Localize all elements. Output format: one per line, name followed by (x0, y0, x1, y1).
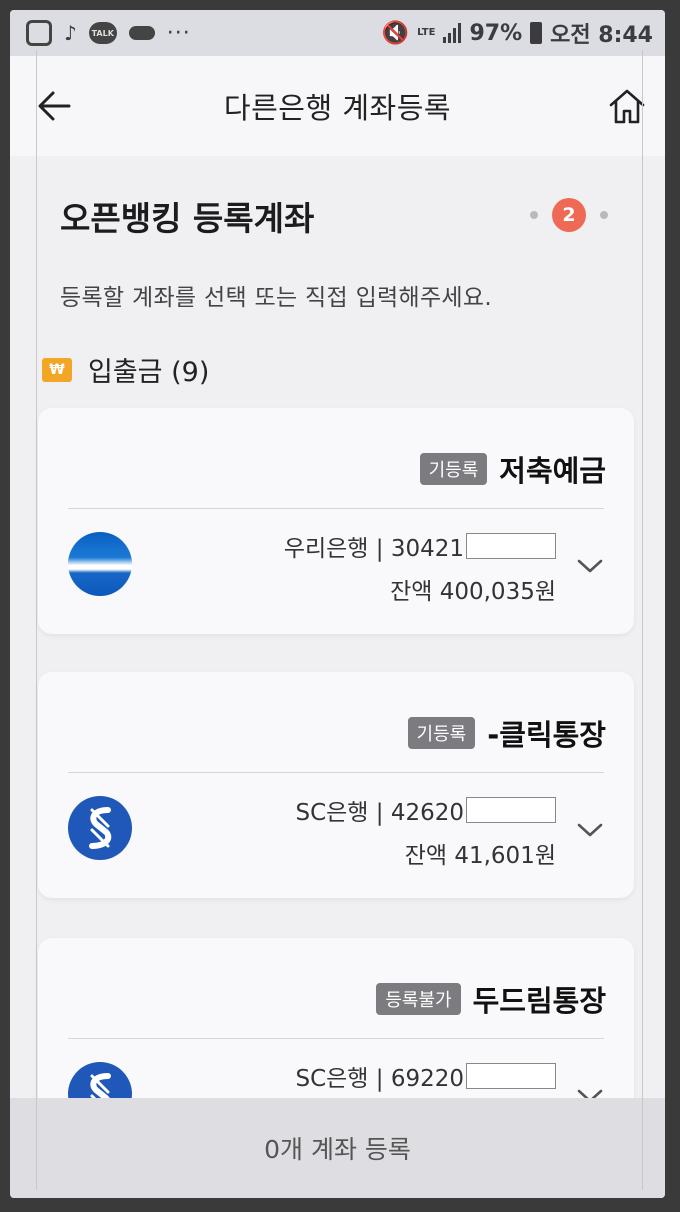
divider (68, 1038, 604, 1039)
chevron-down-icon[interactable] (576, 556, 604, 576)
app-header: 다른은행 계좌등록 (10, 56, 665, 156)
cloud-icon (128, 26, 155, 40)
card-header: 기등록 저축예금 (419, 448, 606, 490)
screen-protector-edge (642, 50, 643, 1190)
kakaotalk-icon: TALK (88, 22, 117, 44)
account-number-line: SC은행 | 42620 (295, 794, 556, 826)
account-name: 저축예금 (499, 454, 606, 488)
account-card[interactable]: 기등록 저축예금 우리은행 | 30421 잔액 400,035원 (38, 408, 634, 634)
step-dot-3 (600, 211, 608, 219)
account-info: 우리은행 | 30421 잔액 400,035원 (284, 530, 556, 606)
status-badge: 기등록 (419, 453, 488, 485)
account-name: 두드림통장 (472, 984, 606, 1018)
battery-icon (530, 22, 543, 44)
won-icon: ₩ (42, 357, 72, 382)
battery-percent: 97% (469, 20, 523, 46)
account-number-line: SC은행 | 69220 (295, 1060, 556, 1092)
step-dot-1 (530, 211, 538, 219)
status-left: ♪ TALK ··· (26, 20, 191, 46)
divider (68, 508, 604, 509)
balance: 잔액 41,601원 (404, 843, 556, 869)
status-badge: 기등록 (407, 717, 476, 749)
card-header: 등록불가 두드림통장 (376, 978, 606, 1020)
category-header: ₩ 입출금 (9) (42, 350, 209, 389)
clock: 오전 8:44 (550, 23, 653, 48)
screen-protector-edge (36, 50, 37, 1190)
main-content: 오픈뱅킹 등록계좌 2 등록할 계좌를 선택 또는 직접 입력해주세요. ₩ 입… (10, 156, 665, 1198)
redaction-box (466, 797, 556, 823)
mute-icon: 🔇 (381, 20, 410, 46)
woori-bank-logo-icon (68, 532, 132, 596)
status-badge: 등록불가 (376, 983, 461, 1015)
lte-label: LTE (417, 27, 436, 38)
redaction-box (466, 533, 556, 559)
account-number: SC은행 | 42620 (295, 800, 464, 826)
account-name: -클릭통장 (487, 718, 606, 752)
balance: 잔액 400,035원 (390, 579, 556, 605)
back-button[interactable] (34, 86, 74, 126)
back-arrow-icon (38, 91, 71, 121)
phone-frame: ♪ TALK ··· 🔇 LTE 97% 오전 8:44 다른은행 계좌등록 오… (0, 0, 680, 1212)
account-info: SC은행 | 69220 (295, 1060, 556, 1092)
tiktok-icon: ♪ (64, 21, 77, 45)
more-notifications-icon: ··· (166, 20, 191, 46)
chevron-down-icon[interactable] (576, 820, 604, 840)
status-bar: ♪ TALK ··· 🔇 LTE 97% 오전 8:44 (10, 10, 665, 56)
account-number: SC은행 | 69220 (295, 1066, 464, 1092)
section-title: 오픈뱅킹 등록계좌 (60, 199, 315, 238)
app-notification-icon (26, 20, 52, 46)
account-card[interactable]: 기등록 -클릭통장 SC은행 | 42620 잔액 41,601원 (38, 672, 634, 898)
instruction-text: 등록할 계좌를 선택 또는 직접 입력해주세요. (60, 285, 492, 311)
signal-icon (443, 23, 462, 43)
home-icon (609, 89, 645, 124)
page-title: 다른은행 계좌등록 (223, 91, 452, 125)
status-right: 🔇 LTE 97% 오전 8:44 (382, 17, 653, 49)
step-current: 2 (552, 198, 586, 232)
divider (68, 772, 604, 773)
account-number-line: 우리은행 | 30421 (284, 530, 556, 562)
card-header: 기등록 -클릭통장 (407, 712, 606, 754)
step-indicator: 2 (530, 198, 608, 232)
sc-bank-logo-icon (68, 796, 132, 860)
screen: ♪ TALK ··· 🔇 LTE 97% 오전 8:44 다른은행 계좌등록 오… (10, 10, 665, 1198)
redaction-box (466, 1063, 556, 1089)
account-info: SC은행 | 42620 잔액 41,601원 (295, 794, 556, 870)
category-label: 입출금 (9) (88, 357, 210, 388)
account-number: 우리은행 | 30421 (283, 536, 464, 562)
register-accounts-label: 0개 계좌 등록 (264, 1135, 411, 1164)
register-accounts-button[interactable]: 0개 계좌 등록 (10, 1098, 665, 1198)
